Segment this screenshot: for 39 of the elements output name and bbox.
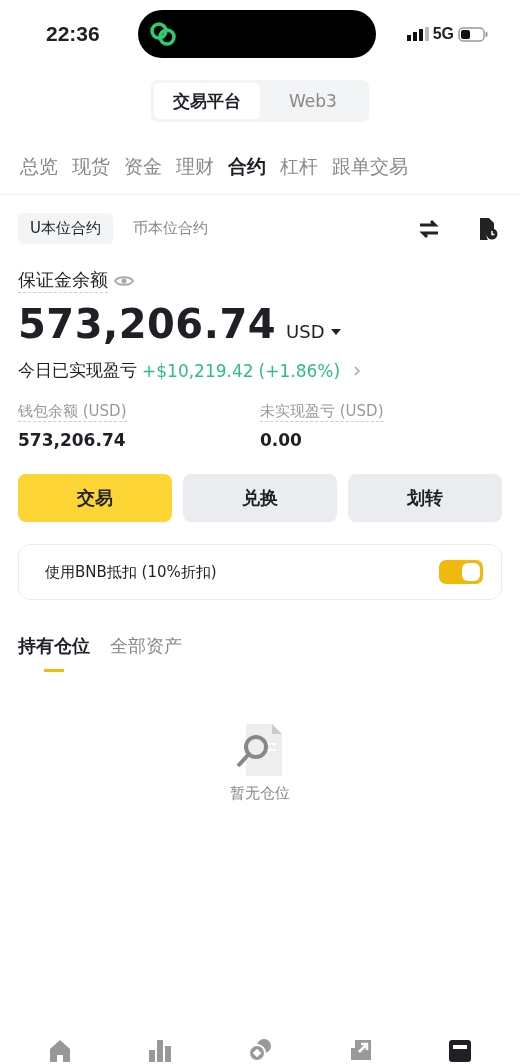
pnl-percent: (+1.86%) [258,360,341,381]
pnl-value: +$10,219.42 [142,360,254,381]
battery-icon [458,26,488,42]
section-tab[interactable]: 总览 [20,154,58,180]
contract-tab[interactable]: 币本位合约 [121,213,220,244]
platform-tab[interactable]: 交易平台 [154,83,260,119]
section-tab[interactable]: 理财 [176,154,214,180]
empty-state-text: 暂无仓位 [230,784,290,803]
section-tab[interactable]: 合约 [228,154,266,180]
stat-label: 未实现盈亏 (USD) [260,402,384,422]
section-tab[interactable]: 资金 [124,154,162,180]
section-tab[interactable]: 现货 [72,154,110,180]
margin-balance-amount: 573,206.74 [18,301,277,347]
section-tab[interactable]: 跟单交易 [332,154,408,180]
section-tab[interactable]: 杠杆 [280,154,318,180]
stat-value: 573,206.74 [18,430,126,450]
network-label: 5G [432,25,454,43]
link-icon [148,19,178,49]
transfer-icon[interactable] [418,218,440,239]
pnl-label: 今日已实现盈亏 [18,359,137,382]
margin-balance-label: 保证金余额 [18,268,108,293]
signal-icon [406,27,429,41]
position-tab[interactable]: 持有仓位 [18,634,90,672]
stat-label: 钱包余额 (USD) [18,402,127,422]
history-icon[interactable] [478,216,498,241]
contract-tab[interactable]: U本位合约 [18,213,113,244]
action-button[interactable]: 交易 [18,474,172,522]
toggle-switch[interactable] [439,560,483,584]
position-tab[interactable]: 全部资产 [110,634,182,672]
caret-icon [330,328,341,335]
stat-value: 0.00 [260,430,302,450]
platform-tab[interactable]: Web3 [260,83,366,119]
currency-dropdown[interactable]: USD [286,321,341,342]
bnb-discount-label: 使用BNB抵扣 (10%折扣) [45,562,217,582]
chevron-right-icon[interactable] [353,364,362,377]
status-time: 22:36 [46,22,101,46]
action-button[interactable]: 划转 [348,474,502,522]
eye-icon[interactable] [114,273,134,288]
action-button[interactable]: 兑换 [183,474,337,522]
